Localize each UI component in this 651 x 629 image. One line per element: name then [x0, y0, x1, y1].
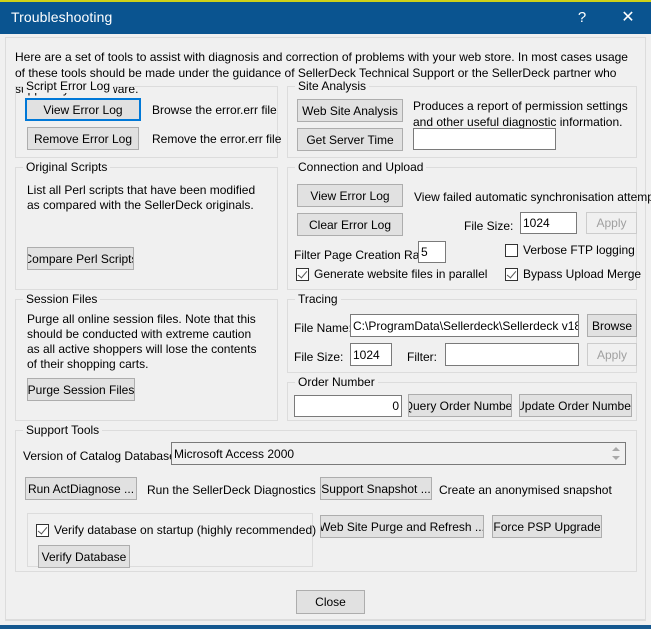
bypass-upload-merge-checkbox-box — [505, 268, 518, 281]
update-order-number-button[interactable]: Update Order Number — [519, 394, 632, 417]
view-error-log-button[interactable]: View Error Log — [25, 98, 141, 121]
tracing-file-size-field[interactable]: 1024 — [350, 343, 392, 366]
tracing-apply-button[interactable]: Apply — [587, 343, 637, 366]
group-script-error-log: Script Error Log View Error Log Browse t… — [15, 86, 278, 158]
dialog-panel: Here are a set of tools to assist with d… — [5, 37, 646, 621]
filter-page-creation-rate-field[interactable]: 5 — [418, 241, 446, 263]
spinner-down-icon[interactable] — [607, 454, 624, 464]
purge-session-files-button[interactable]: Purge Session Files — [27, 378, 135, 401]
close-icon[interactable]: ✕ — [605, 2, 651, 34]
window-title: Troubleshooting — [11, 9, 112, 25]
connection-file-size-label: File Size: — [464, 219, 513, 234]
web-site-purge-and-refresh-button[interactable]: Web Site Purge and Refresh ... — [320, 515, 484, 538]
catalog-database-version-label: Version of Catalog Database — [23, 449, 176, 464]
support-snapshot-description: Create an anonymised snapshot — [439, 483, 612, 498]
title-bar: Troubleshooting ? ✕ — [0, 2, 651, 34]
site-analysis-description: Produces a report of permission settings… — [413, 98, 635, 130]
footer-divider — [6, 619, 645, 620]
connection-apply-button[interactable]: Apply — [586, 212, 637, 234]
get-server-time-button[interactable]: Get Server Time — [297, 128, 403, 151]
bypass-upload-merge-label: Bypass Upload Merge — [523, 267, 641, 281]
group-legend-support-tools: Support Tools — [23, 423, 102, 437]
tracing-filter-field[interactable] — [445, 343, 579, 366]
support-snapshot-button[interactable]: Support Snapshot ... — [320, 477, 432, 500]
group-session-files: Session Files Purge all online session f… — [15, 299, 278, 421]
group-order-number: Order Number 0 Query Order Number Update… — [287, 382, 637, 421]
group-original-scripts: Original Scripts List all Perl scripts t… — [15, 167, 278, 290]
group-legend-site-analysis: Site Analysis — [295, 79, 369, 93]
verify-database-button[interactable]: Verify Database — [38, 545, 130, 568]
force-psp-upgrade-button[interactable]: Force PSP Upgrade — [492, 515, 602, 538]
spinner-up-icon[interactable] — [607, 444, 624, 454]
compare-perl-scripts-button[interactable]: Compare Perl Scripts — [27, 247, 134, 270]
connection-view-error-log-description: View failed automatic synchronisation at… — [414, 190, 651, 205]
generate-parallel-checkbox[interactable]: Generate website files in parallel — [296, 267, 487, 281]
filter-page-creation-rate-label: Filter Page Creation Rate: — [294, 248, 433, 263]
catalog-database-version-value: Microsoft Access 2000 — [174, 448, 294, 460]
original-scripts-description: List all Perl scripts that have been mod… — [27, 183, 262, 213]
server-time-field[interactable] — [413, 128, 556, 150]
group-legend-order-number: Order Number — [295, 375, 378, 389]
query-order-number-button[interactable]: Query Order Number — [408, 394, 512, 417]
order-number-field[interactable]: 0 — [294, 395, 402, 417]
troubleshooting-dialog: Troubleshooting ? ✕ Here are a set of to… — [0, 0, 651, 629]
group-connection-and-upload: Connection and Upload View Error Log Vie… — [287, 167, 637, 290]
bypass-upload-merge-checkbox[interactable]: Bypass Upload Merge — [505, 267, 641, 281]
tracing-file-size-label: File Size: — [294, 350, 343, 365]
tracing-file-name-field[interactable]: C:\ProgramData\Sellerdeck\Sellerdeck v18… — [350, 314, 579, 337]
view-error-log-description: Browse the error.err file — [152, 103, 277, 118]
group-tracing: Tracing File Name: C:\ProgramData\Seller… — [287, 299, 637, 373]
group-legend-original-scripts: Original Scripts — [23, 160, 110, 174]
dialog-client-area: Here are a set of tools to assist with d… — [0, 34, 651, 625]
run-actdiagnose-description: Run the SellerDeck Diagnostics — [147, 483, 316, 498]
generate-parallel-checkbox-box — [296, 268, 309, 281]
tracing-file-name-label: File Name: — [294, 321, 352, 336]
group-legend-tracing: Tracing — [295, 292, 341, 306]
group-site-analysis: Site Analysis Web Site Analysis Produces… — [287, 86, 637, 158]
generate-parallel-label: Generate website files in parallel — [314, 267, 487, 281]
clear-error-log-button[interactable]: Clear Error Log — [297, 213, 403, 236]
tracing-filter-label: Filter: — [407, 350, 437, 365]
connection-file-size-field[interactable]: 1024 — [520, 212, 577, 234]
catalog-database-version-field[interactable]: Microsoft Access 2000 — [171, 442, 626, 465]
catalog-version-spinner[interactable] — [607, 444, 624, 463]
verify-database-panel: Verify database on startup (highly recom… — [27, 513, 313, 567]
group-legend-session-files: Session Files — [23, 292, 100, 306]
verbose-ftp-logging-label: Verbose FTP logging — [523, 243, 635, 257]
remove-error-log-description: Remove the error.err file — [152, 132, 281, 147]
verbose-ftp-logging-checkbox[interactable]: Verbose FTP logging — [505, 243, 635, 257]
connection-view-error-log-button[interactable]: View Error Log — [297, 184, 403, 207]
web-site-analysis-button[interactable]: Web Site Analysis — [297, 99, 403, 122]
session-files-description: Purge all online session files. Note tha… — [27, 312, 267, 372]
tracing-browse-button[interactable]: Browse — [587, 314, 637, 337]
remove-error-log-button[interactable]: Remove Error Log — [27, 127, 139, 150]
verify-database-on-startup-checkbox[interactable]: Verify database on startup (highly recom… — [36, 523, 316, 537]
verify-database-on-startup-checkbox-box — [36, 524, 49, 537]
help-icon[interactable]: ? — [559, 2, 605, 34]
group-legend-script-error-log: Script Error Log — [23, 79, 113, 93]
group-support-tools: Support Tools Version of Catalog Databas… — [15, 430, 637, 572]
close-button[interactable]: Close — [296, 590, 365, 614]
verbose-ftp-logging-checkbox-box — [505, 244, 518, 257]
run-actdiagnose-button[interactable]: Run ActDiagnose ... — [25, 477, 137, 500]
group-legend-connection-and-upload: Connection and Upload — [295, 160, 426, 174]
verify-database-on-startup-label: Verify database on startup (highly recom… — [54, 523, 316, 537]
